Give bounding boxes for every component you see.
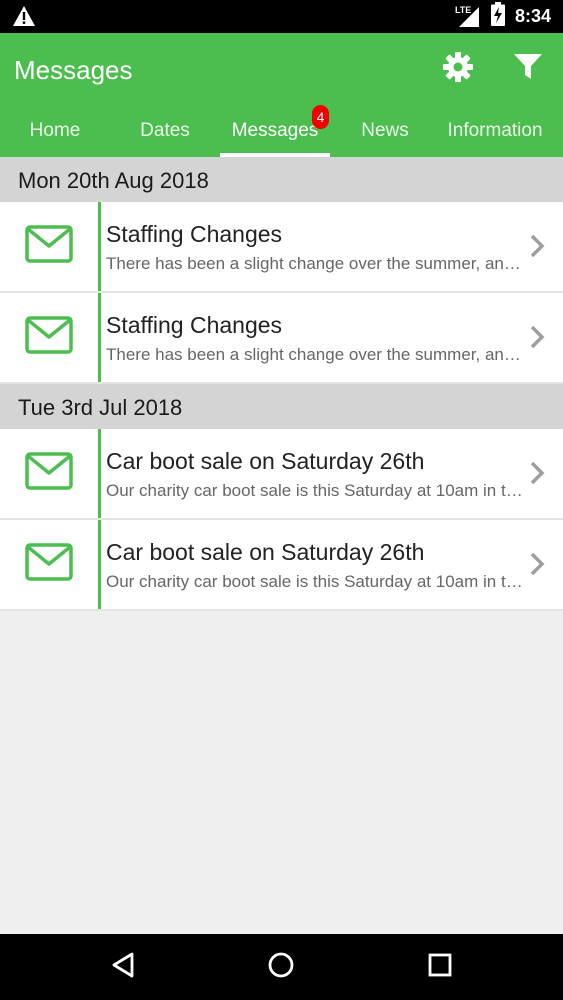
tab-label: Messages xyxy=(231,120,319,141)
message-row[interactable]: Staffing Changes There has been a slight… xyxy=(0,293,563,384)
tab-home[interactable]: Home xyxy=(0,111,110,157)
settings-button[interactable] xyxy=(440,51,476,87)
row-accent-bar xyxy=(98,520,101,609)
home-icon xyxy=(267,951,295,984)
chevron-right-icon xyxy=(529,233,545,259)
message-title: Staffing Changes xyxy=(106,221,283,247)
recents-button[interactable] xyxy=(424,951,456,983)
envelope-icon xyxy=(25,316,73,359)
status-bar: LTE 8:34 xyxy=(0,0,563,33)
message-icon-cell xyxy=(0,202,98,291)
back-button[interactable] xyxy=(107,951,139,983)
page-title: Messages xyxy=(14,55,133,85)
tab-label: Information xyxy=(447,120,543,141)
message-title: Staffing Changes xyxy=(106,312,283,338)
message-icon-cell xyxy=(0,293,98,382)
gear-icon xyxy=(442,51,474,88)
tab-dates[interactable]: Dates xyxy=(110,111,220,157)
tab-messages[interactable]: Messages 4 xyxy=(220,105,330,157)
tab-bar: Home Dates Messages 4 News Information xyxy=(0,105,563,157)
chevron-right-icon xyxy=(529,324,545,350)
tab-label: News xyxy=(361,120,409,141)
tab-information[interactable]: Information xyxy=(440,111,550,157)
tab-news[interactable]: News xyxy=(330,111,440,157)
tab-label: Dates xyxy=(140,120,190,141)
recents-icon xyxy=(427,952,453,983)
row-accent-bar xyxy=(98,202,101,291)
home-button[interactable] xyxy=(265,951,297,983)
message-row[interactable]: Car boot sale on Saturday 26th Our chari… xyxy=(0,520,563,611)
status-time: 8:34 xyxy=(514,6,551,26)
message-icon-cell xyxy=(0,429,98,518)
signal-icon: LTE xyxy=(455,5,481,29)
envelope-icon xyxy=(25,543,73,586)
chevron-right-icon xyxy=(529,460,545,486)
system-nav-bar xyxy=(0,934,563,1000)
chevron-right-icon xyxy=(529,551,545,577)
message-row[interactable]: Staffing Changes There has been a slight… xyxy=(0,202,563,293)
warning-icon xyxy=(12,5,36,32)
date-group-header: Tue 3rd Jul 2018 xyxy=(0,384,563,429)
tab-label: Home xyxy=(29,120,81,141)
envelope-icon xyxy=(25,452,73,495)
envelope-icon xyxy=(25,225,73,268)
message-title: Car boot sale on Saturday 26th xyxy=(106,539,425,565)
message-snippet: Our charity car boot sale is this Saturd… xyxy=(106,572,528,591)
message-snippet: There has been a slight change over the … xyxy=(106,345,528,364)
battery-charging-icon xyxy=(490,2,505,31)
filter-icon xyxy=(513,53,543,86)
back-icon xyxy=(110,951,136,984)
row-accent-bar xyxy=(98,293,101,382)
message-list: Mon 20th Aug 2018 Staffing Changes There… xyxy=(0,157,563,611)
message-title: Car boot sale on Saturday 26th xyxy=(106,448,425,474)
message-snippet: Our charity car boot sale is this Saturd… xyxy=(106,481,528,500)
message-icon-cell xyxy=(0,520,98,609)
filter-button[interactable] xyxy=(510,51,546,87)
date-group-header: Mon 20th Aug 2018 xyxy=(0,157,563,202)
message-snippet: There has been a slight change over the … xyxy=(106,254,528,273)
row-accent-bar xyxy=(98,429,101,518)
message-row[interactable]: Car boot sale on Saturday 26th Our chari… xyxy=(0,429,563,520)
unread-badge: 4 xyxy=(312,105,329,129)
app-bar: Messages Home Dates Messages 4 News Info… xyxy=(0,33,563,157)
